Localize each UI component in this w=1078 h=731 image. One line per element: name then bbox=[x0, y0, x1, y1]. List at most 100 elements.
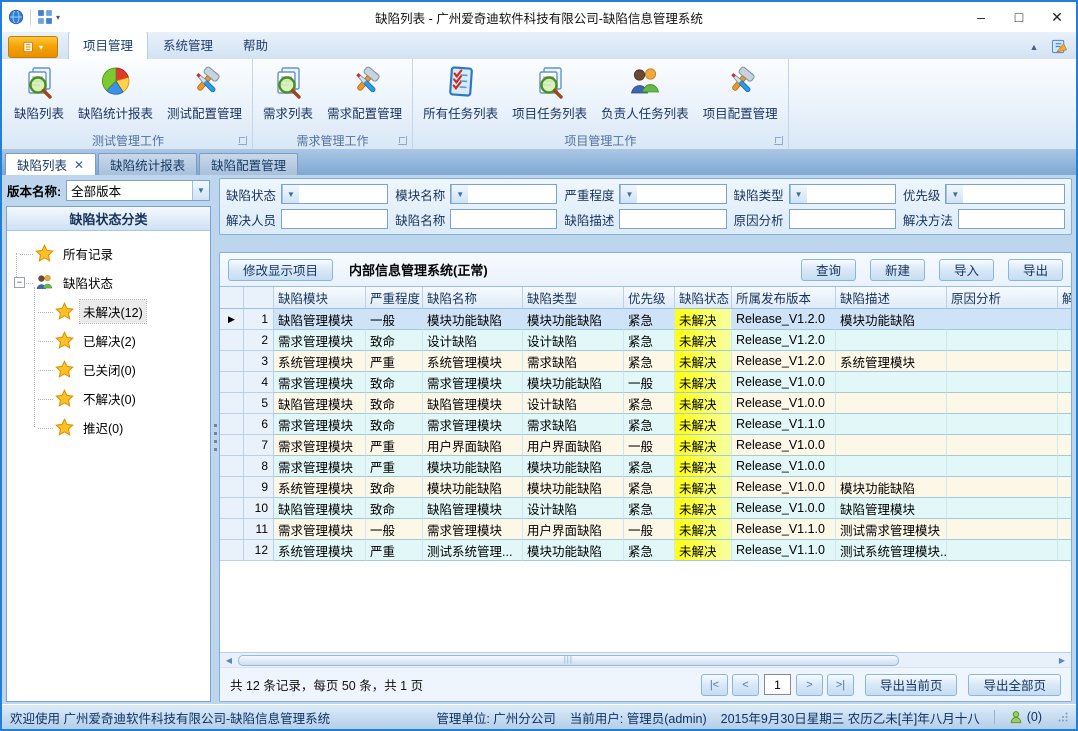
filter-input-resolver[interactable] bbox=[281, 209, 388, 229]
ribbon-button-all-task-list[interactable]: 所有任务列表 bbox=[416, 61, 505, 124]
filter-input-defect-desc[interactable] bbox=[619, 209, 726, 229]
export-current-page-button[interactable]: 导出当前页 bbox=[865, 674, 958, 696]
query-button[interactable]: 查询 bbox=[801, 259, 856, 281]
ribbon-collapse-icon[interactable]: ▲ bbox=[1025, 42, 1043, 52]
tree-item-all-records[interactable]: 所有记录 bbox=[11, 239, 206, 268]
column-header[interactable]: 优先级 bbox=[624, 287, 675, 309]
ribbon-button-requirement-config-mgmt[interactable]: 需求配置管理 bbox=[320, 61, 409, 124]
table-row[interactable]: ▶1缺陷管理模块一般模块功能缺陷模块功能缺陷紧急未解决Release_V1.2.… bbox=[220, 309, 1071, 330]
filter-dropdown-priority[interactable]: ▼ bbox=[945, 184, 1065, 204]
tree-item-postponed[interactable]: 推迟(0) bbox=[11, 413, 206, 442]
import-button[interactable]: 导入 bbox=[939, 259, 994, 281]
scroll-left-icon[interactable]: ◀ bbox=[222, 656, 236, 665]
modify-display-items-button[interactable]: 修改显示项目 bbox=[228, 259, 333, 281]
table-row[interactable]: 6需求管理模块致命需求管理模块需求缺陷紧急未解决Release_V1.1.0 bbox=[220, 414, 1071, 435]
menu-tab-system-mgmt[interactable]: 系统管理 bbox=[148, 31, 228, 59]
tree-item-wont-fix[interactable]: 不解决(0) bbox=[11, 384, 206, 413]
chevron-down-icon[interactable]: ▼ bbox=[620, 185, 637, 203]
resize-grip-icon[interactable] bbox=[1058, 712, 1068, 722]
tree-item-closed[interactable]: 已关闭(0) bbox=[11, 355, 206, 384]
table-cell: Release_V1.1.0 bbox=[732, 519, 836, 540]
filter-input-defect-name[interactable] bbox=[450, 209, 557, 229]
tree-item-defect-status[interactable]: −缺陷状态 bbox=[11, 268, 206, 297]
ribbon-button-project-config-mgmt[interactable]: 项目配置管理 bbox=[696, 61, 785, 124]
table-cell: 需求管理模块 bbox=[274, 456, 366, 477]
table-cell: 需求管理模块 bbox=[274, 519, 366, 540]
document-tab-defect-stats-report[interactable]: 缺陷统计报表 bbox=[98, 153, 197, 175]
row-number: 6 bbox=[244, 414, 274, 435]
document-tab-defect-list[interactable]: 缺陷列表✕ bbox=[5, 153, 96, 175]
table-row[interactable]: 11需求管理模块一般需求管理模块用户界面缺陷一般未解决Release_V1.1.… bbox=[220, 519, 1071, 540]
app-menu-button[interactable]: ▾ bbox=[8, 36, 58, 58]
chevron-down-icon[interactable]: ▼ bbox=[946, 185, 963, 203]
tree-item-resolved[interactable]: 已解决(2) bbox=[11, 326, 206, 355]
ribbon-button-defect-list[interactable]: 缺陷列表 bbox=[7, 61, 71, 124]
scrollbar-thumb[interactable] bbox=[238, 655, 899, 666]
column-header[interactable]: 所属发布版本 bbox=[732, 287, 836, 309]
chevron-down-icon[interactable]: ▼ bbox=[451, 185, 468, 203]
chevron-down-icon[interactable]: ▼ bbox=[192, 181, 209, 200]
scroll-right-icon[interactable]: ▶ bbox=[1055, 656, 1069, 665]
maximize-button[interactable]: □ bbox=[1000, 3, 1038, 31]
chevron-down-icon[interactable]: ▼ bbox=[790, 185, 807, 203]
filter-dropdown-defect-type[interactable]: ▼ bbox=[789, 184, 896, 204]
ribbon-button-owner-task-list[interactable]: 负责人任务列表 bbox=[594, 61, 696, 124]
table-row[interactable]: 2需求管理模块致命设计缺陷设计缺陷紧急未解决Release_V1.2.0 bbox=[220, 330, 1071, 351]
table-cell: 紧急 bbox=[624, 351, 675, 372]
chevron-down-icon[interactable]: ▼ bbox=[282, 185, 299, 203]
table-row[interactable]: 3系统管理模块严重系统管理模块需求缺陷紧急未解决Release_V1.2.0系统… bbox=[220, 351, 1071, 372]
export-all-pages-button[interactable]: 导出全部页 bbox=[968, 674, 1061, 696]
page-input[interactable] bbox=[764, 674, 791, 695]
page-next-button[interactable]: > bbox=[796, 674, 823, 696]
help-icon[interactable] bbox=[1051, 38, 1068, 55]
table-row[interactable]: 12系统管理模块严重测试系统管理...模块功能缺陷紧急未解决Release_V1… bbox=[220, 540, 1071, 561]
online-users-indicator[interactable]: (0) bbox=[1009, 710, 1042, 724]
tree-item-unresolved[interactable]: 未解决(12) bbox=[11, 297, 206, 326]
page-first-button[interactable]: |< bbox=[701, 674, 728, 696]
splitter[interactable] bbox=[211, 178, 219, 702]
column-header[interactable]: 原因分析 bbox=[947, 287, 1058, 309]
row-number: 7 bbox=[244, 435, 274, 456]
filter-dropdown-defect-status[interactable]: ▼ bbox=[281, 184, 388, 204]
column-header[interactable]: 严重程度 bbox=[366, 287, 423, 309]
table-row[interactable]: 9系统管理模块致命模块功能缺陷模块功能缺陷紧急未解决Release_V1.0.0… bbox=[220, 477, 1071, 498]
table-row[interactable]: 7需求管理模块严重用户界面缺陷用户界面缺陷一般未解决Release_V1.0.0 bbox=[220, 435, 1071, 456]
dialog-launcher-icon[interactable] bbox=[238, 136, 247, 145]
table-row[interactable]: 4需求管理模块致命需求管理模块模块功能缺陷一般未解决Release_V1.0.0 bbox=[220, 372, 1071, 393]
ribbon-button-test-config-mgmt[interactable]: 测试配置管理 bbox=[160, 61, 249, 124]
page-last-button[interactable]: >| bbox=[827, 674, 854, 696]
filter-dropdown-severity[interactable]: ▼ bbox=[619, 184, 726, 204]
page-prev-button[interactable]: < bbox=[732, 674, 759, 696]
column-header[interactable]: 缺陷名称 bbox=[423, 287, 523, 309]
export-button[interactable]: 导出 bbox=[1008, 259, 1063, 281]
filter-dropdown-module-name[interactable]: ▼ bbox=[450, 184, 557, 204]
column-header[interactable]: 缺陷描述 bbox=[836, 287, 947, 309]
dialog-launcher-icon[interactable] bbox=[398, 136, 407, 145]
version-select[interactable]: 全部版本 ▼ bbox=[66, 180, 210, 201]
table-row[interactable]: 10缺陷管理模块致命缺陷管理模块设计缺陷紧急未解决Release_V1.0.0缺… bbox=[220, 498, 1071, 519]
filter-input-solution[interactable] bbox=[958, 209, 1065, 229]
quick-access-toolbar-button[interactable]: ▾ bbox=[37, 9, 60, 25]
minimize-button[interactable]: – bbox=[962, 3, 1000, 31]
star-icon bbox=[55, 389, 74, 408]
ribbon-button-defect-stats-report[interactable]: 缺陷统计报表 bbox=[71, 61, 160, 124]
table-row[interactable]: 8需求管理模块严重模块功能缺陷模块功能缺陷紧急未解决Release_V1.0.0 bbox=[220, 456, 1071, 477]
menu-tab-help[interactable]: 帮助 bbox=[228, 31, 283, 59]
ribbon-button-requirement-list[interactable]: 需求列表 bbox=[256, 61, 320, 124]
document-tab-defect-config-mgmt[interactable]: 缺陷配置管理 bbox=[199, 153, 298, 175]
close-tab-icon[interactable]: ✕ bbox=[74, 159, 84, 171]
column-header[interactable]: 解决方法 bbox=[1058, 287, 1071, 309]
filter-input-cause-analysis[interactable] bbox=[789, 209, 896, 229]
dialog-launcher-icon[interactable] bbox=[774, 136, 783, 145]
close-button[interactable]: ✕ bbox=[1038, 3, 1076, 31]
new-button[interactable]: 新建 bbox=[870, 259, 925, 281]
table-row[interactable]: 5缺陷管理模块致命缺陷管理模块设计缺陷紧急未解决Release_V1.0.0 bbox=[220, 393, 1071, 414]
column-header[interactable]: 缺陷状态 bbox=[675, 287, 732, 309]
menu-tab-project-mgmt[interactable]: 项目管理 bbox=[68, 31, 148, 59]
column-header[interactable]: 缺陷类型 bbox=[523, 287, 624, 309]
ribbon-button-project-task-list[interactable]: 项目任务列表 bbox=[505, 61, 594, 124]
row-number: 11 bbox=[244, 519, 274, 540]
column-header[interactable]: 缺陷模块 bbox=[274, 287, 366, 309]
collapse-node-icon[interactable]: − bbox=[14, 277, 25, 288]
horizontal-scrollbar[interactable]: ◀ ▶ bbox=[220, 652, 1071, 667]
